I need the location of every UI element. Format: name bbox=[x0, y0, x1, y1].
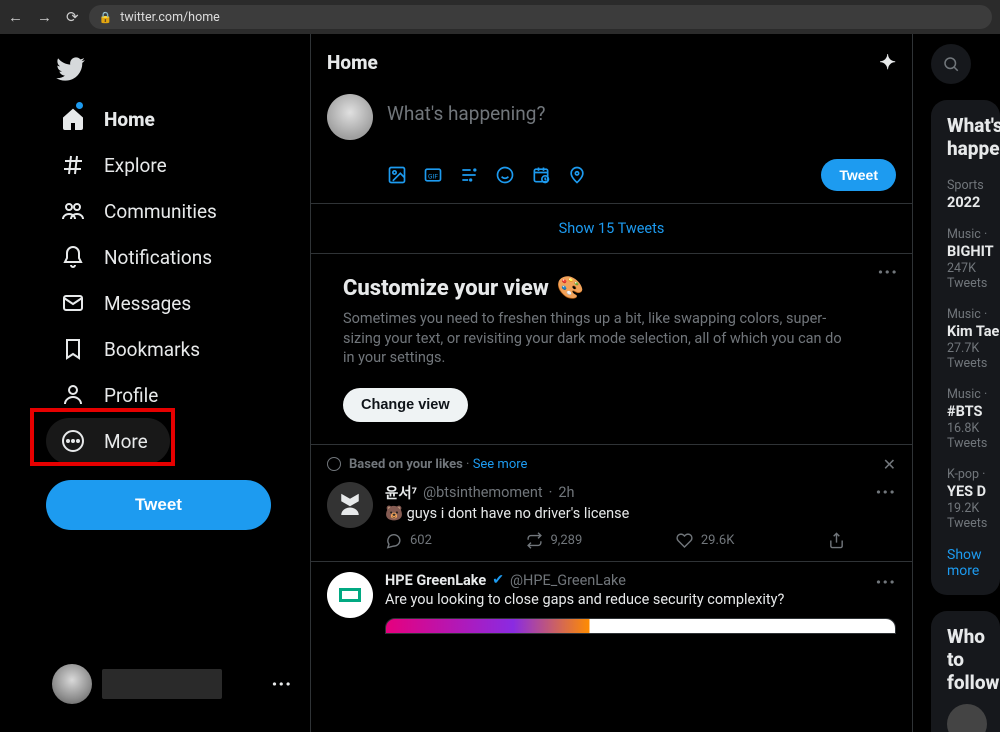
browser-back-button[interactable]: ← bbox=[8, 8, 23, 26]
sidebar-item-explore[interactable]: Explore bbox=[46, 142, 181, 188]
sidebar-item-label: Explore bbox=[104, 154, 167, 177]
sidebar-item-label: Notifications bbox=[104, 246, 212, 269]
notification-dot-icon bbox=[76, 102, 83, 109]
tweet-item[interactable]: 윤서⁷ @btsinthemoment · 2h 🐻 guys i dont h… bbox=[311, 472, 912, 562]
sidebar-item-notifications[interactable]: Notifications bbox=[46, 234, 226, 280]
home-icon bbox=[60, 106, 86, 132]
sidebar-item-label: Bookmarks bbox=[104, 338, 200, 361]
context-label: Based on your likes bbox=[349, 457, 463, 472]
share-button[interactable] bbox=[828, 532, 845, 549]
tweet-compose-button[interactable]: Tweet bbox=[46, 480, 271, 530]
lock-icon: 🔒 bbox=[99, 11, 113, 24]
browser-toolbar: ← → ⟳ 🔒 twitter.com/home bbox=[0, 0, 1000, 34]
sidebar-item-more[interactable]: More bbox=[46, 418, 170, 464]
panel-title: Who to follow bbox=[947, 625, 1000, 694]
tweet-avatar[interactable] bbox=[327, 572, 373, 618]
address-bar[interactable]: 🔒 twitter.com/home bbox=[89, 5, 992, 29]
reply-button[interactable]: 602 bbox=[385, 532, 432, 549]
context-see-more-link[interactable]: See more bbox=[473, 457, 528, 472]
show-new-tweets-button[interactable]: Show 15 Tweets bbox=[311, 204, 912, 254]
location-icon[interactable] bbox=[567, 165, 587, 185]
right-sidebar: What's happening Sports 2022 Music · BIG… bbox=[913, 34, 1000, 732]
whats-happening-panel: What's happening Sports 2022 Music · BIG… bbox=[931, 100, 1000, 595]
customize-view-card: ··· Customize your view 🎨 Sometimes you … bbox=[311, 254, 912, 445]
poll-icon[interactable] bbox=[459, 165, 479, 185]
tweet-more-icon[interactable]: ··· bbox=[876, 572, 896, 593]
tweet-author-name[interactable]: 윤서⁷ bbox=[385, 482, 417, 503]
context-icon bbox=[327, 457, 341, 471]
sidebar-item-messages[interactable]: Messages bbox=[46, 280, 205, 326]
browser-reload-button[interactable]: ⟳ bbox=[66, 8, 79, 26]
tweet-more-icon[interactable]: ··· bbox=[876, 482, 896, 503]
sidebar-item-label: More bbox=[104, 430, 148, 453]
retweet-button[interactable]: 9,289 bbox=[526, 532, 583, 549]
suggested-user-avatar[interactable] bbox=[947, 704, 987, 732]
trend-item[interactable]: Music · #BTS 16.8K Tweets bbox=[947, 379, 1000, 459]
browser-forward-button[interactable]: → bbox=[37, 8, 52, 26]
schedule-icon[interactable] bbox=[531, 165, 551, 185]
tweet-media[interactable] bbox=[385, 618, 896, 634]
bookmark-icon bbox=[60, 336, 86, 362]
profile-icon bbox=[60, 382, 86, 408]
main-timeline: Home ✦ What's happening? GIF Tweet bbox=[310, 34, 913, 732]
like-button[interactable]: 29.6K bbox=[676, 532, 735, 549]
user-avatar bbox=[52, 664, 92, 704]
search-icon bbox=[942, 55, 960, 73]
account-switcher[interactable]: ··· bbox=[46, 654, 298, 720]
tweet-submit-button[interactable]: Tweet bbox=[821, 159, 896, 191]
sidebar-item-label: Profile bbox=[104, 384, 158, 407]
url-text: twitter.com/home bbox=[120, 10, 220, 25]
tweet-time[interactable]: 2h bbox=[558, 484, 574, 501]
card-more-icon[interactable]: ··· bbox=[878, 262, 898, 283]
trend-item[interactable]: Music · Kim Taehyung 27.7K Tweets bbox=[947, 299, 1000, 379]
sidebar: Home Explore Communities Notifications M… bbox=[0, 34, 310, 732]
palette-emoji-icon: 🎨 bbox=[557, 276, 584, 301]
account-name-redacted bbox=[102, 669, 222, 699]
panel-title: What's happening bbox=[947, 114, 1000, 160]
top-tweets-sparkle-icon[interactable]: ✦ bbox=[879, 50, 896, 74]
trend-item[interactable]: Sports 2022 bbox=[947, 170, 1000, 219]
search-button[interactable] bbox=[931, 44, 971, 84]
sidebar-item-label: Home bbox=[104, 108, 155, 131]
change-view-button[interactable]: Change view bbox=[343, 388, 468, 422]
customize-title: Customize your view bbox=[343, 276, 549, 301]
emoji-icon[interactable] bbox=[495, 165, 515, 185]
context-banner: Based on your likes · See more ✕ bbox=[311, 445, 912, 472]
tweet-author-handle[interactable]: @btsinthemoment bbox=[423, 484, 542, 501]
svg-text:GIF: GIF bbox=[428, 172, 438, 180]
tweet-item[interactable]: HPE GreenLake ✔ @HPE_GreenLake Are you l… bbox=[311, 562, 912, 646]
twitter-logo-icon[interactable] bbox=[56, 54, 86, 84]
media-image-icon[interactable] bbox=[387, 165, 407, 185]
sidebar-item-label: Messages bbox=[104, 292, 191, 315]
sidebar-item-bookmarks[interactable]: Bookmarks bbox=[46, 326, 214, 372]
sidebar-item-home[interactable]: Home bbox=[46, 96, 169, 142]
tweet-composer: What's happening? GIF Tweet bbox=[311, 90, 912, 204]
tweet-avatar[interactable] bbox=[327, 482, 373, 528]
verified-badge-icon: ✔ bbox=[492, 572, 504, 588]
sidebar-item-label: Communities bbox=[104, 200, 217, 223]
timeline-header: Home ✦ bbox=[311, 34, 912, 90]
trend-item[interactable]: K-pop · YES D 19.2K Tweets bbox=[947, 459, 1000, 539]
hashtag-icon bbox=[60, 152, 86, 178]
gif-icon[interactable]: GIF bbox=[423, 165, 443, 185]
sidebar-item-profile[interactable]: Profile bbox=[46, 372, 172, 418]
user-avatar bbox=[327, 94, 373, 140]
tweet-author-handle[interactable]: @HPE_GreenLake bbox=[510, 572, 626, 589]
envelope-icon bbox=[60, 290, 86, 316]
bell-icon bbox=[60, 244, 86, 270]
more-circle-icon bbox=[60, 428, 86, 454]
communities-icon bbox=[60, 198, 86, 224]
tweet-text: Are you looking to close gaps and reduce… bbox=[385, 591, 896, 608]
page-title: Home bbox=[327, 51, 378, 74]
trend-item[interactable]: Music · BIGHIT 247K Tweets bbox=[947, 219, 1000, 299]
tweet-text: 🐻 guys i dont have no driver's license bbox=[385, 505, 896, 522]
account-more-icon[interactable]: ··· bbox=[272, 674, 292, 695]
show-more-link[interactable]: Show more bbox=[947, 539, 1000, 587]
tweet-author-name[interactable]: HPE GreenLake bbox=[385, 572, 486, 589]
sidebar-item-communities[interactable]: Communities bbox=[46, 188, 231, 234]
who-to-follow-panel: Who to follow bbox=[931, 611, 1000, 732]
compose-input[interactable]: What's happening? bbox=[387, 102, 896, 125]
customize-body: Sometimes you need to freshen things up … bbox=[343, 309, 848, 368]
